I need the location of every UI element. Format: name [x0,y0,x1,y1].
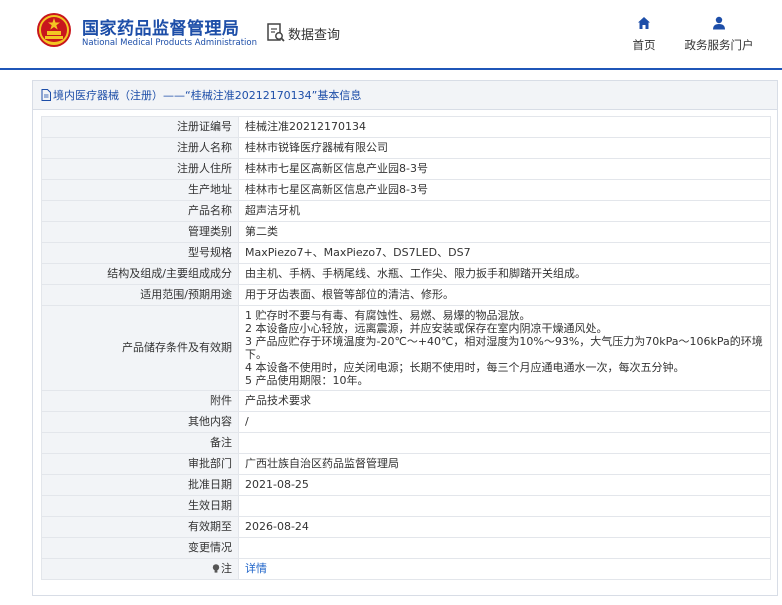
table-row: 结构及组成/主要组成成分 由主机、手柄、手柄尾线、水瓶、工作尖、限力扳手和脚踏开关… [41,263,771,285]
field-value [238,432,771,454]
table-row: 注册证编号 桂械注准20212170134 [41,116,771,138]
table-row: 注册人名称 桂林市锐锋医疗器械有限公司 [41,137,771,159]
field-value: 超声洁牙机 [238,200,771,222]
field-value: 2026-08-24 [238,516,771,538]
field-label: 备注 [41,432,239,454]
field-label: 产品储存条件及有效期 [41,305,239,391]
field-value: 桂林市七星区高新区信息产业园8-3号 [238,158,771,180]
field-label: 适用范围/预期用途 [41,284,239,306]
document-search-icon [267,23,285,42]
field-label: 有效期至 [41,516,239,538]
storage-line: 4 本设备不使用时，应关闭电源；长期不使用时，每三个月应通电通水一次，每次五分钟… [245,361,685,374]
field-value: / [238,411,771,433]
field-label: 注册人名称 [41,137,239,159]
field-value: 由主机、手柄、手柄尾线、水瓶、工作尖、限力扳手和脚踏开关组成。 [238,263,771,285]
table-row: 变更情况 [41,537,771,559]
table-row: 生效日期 [41,495,771,517]
table-row: 有效期至 2026-08-24 [41,516,771,538]
table-row: 产品名称 超声洁牙机 [41,200,771,222]
table-row: 适用范围/预期用途 用于牙齿表面、根管等部位的清洁、修形。 [41,284,771,306]
table-row: 批准日期 2021-08-25 [41,474,771,496]
field-value: 桂械注准20212170134 [238,116,771,138]
table-row: 备注 [41,432,771,454]
field-value [238,537,771,559]
site-subtitle: National Medical Products Administration [82,38,257,48]
nav-home[interactable]: 首页 [628,16,660,53]
field-value: 桂林市七星区高新区信息产业园8-3号 [238,179,771,201]
field-label: 产品名称 [41,200,239,222]
field-label: 其他内容 [41,411,239,433]
field-value: 2021-08-25 [238,474,771,496]
detail-panel: 境内医疗器械（注册）——“桂械注准20212170134”基本信息 注册证编号桂… [32,80,778,596]
nav-service-label: 政务服务门户 [684,38,754,52]
field-label: 附件 [41,390,239,412]
table-row: 管理类别 第二类 [41,221,771,243]
panel-header: 境内医疗器械（注册）——“桂械注准20212170134”基本信息 [33,81,777,110]
table-row: 生产地址 桂林市七星区高新区信息产业园8-3号 [41,179,771,201]
home-icon [638,17,650,29]
field-label: 型号规格 [41,242,239,264]
field-label: 结构及组成/主要组成成分 [41,263,239,285]
field-label: 审批部门 [41,453,239,475]
lightbulb-icon [212,564,220,573]
document-icon [41,89,51,101]
note-value-cell: 详情 [238,558,771,580]
table-row: 产品储存条件及有效期 1 贮存时不要与有毒、有腐蚀性、易燃、易爆的物品混放。 2… [41,305,771,391]
table-row: 审批部门 广西壮族自治区药品监督管理局 [41,453,771,475]
storage-line: 1 贮存时不要与有毒、有腐蚀性、易燃、易爆的物品混放。 [245,309,531,322]
field-value [238,495,771,517]
storage-line: 5 产品使用期限：10年。 [245,374,369,387]
details-link[interactable]: 详情 [245,562,267,575]
note-label: 注 [221,562,232,575]
nav-service-portal[interactable]: 政务服务门户 [680,16,758,53]
field-label: 管理类别 [41,221,239,243]
storage-conditions: 1 贮存时不要与有毒、有腐蚀性、易燃、易爆的物品混放。 2 本设备应小心轻放，远… [238,305,771,391]
field-value: 用于牙齿表面、根管等部位的清洁、修形。 [238,284,771,306]
field-value: 广西壮族自治区药品监督管理局 [238,453,771,475]
field-label: 变更情况 [41,537,239,559]
data-query-link[interactable]: 数据查询 [267,22,340,44]
field-label: 注册人住所 [41,158,239,180]
storage-line: 3 产品应贮存于环境温度为-20℃～+40℃，相对湿度为10%～93%，大气压力… [245,335,763,361]
storage-line: 2 本设备应小心轻放，远离震源，并应安装或保存在室内阴凉干燥通风处。 [245,322,608,335]
field-label: 生产地址 [41,179,239,201]
field-label: 注册证编号 [41,116,239,138]
table-row: 注册人住所 桂林市七星区高新区信息产业园8-3号 [41,158,771,180]
field-value: 产品技术要求 [238,390,771,412]
table-row: 型号规格 MaxPiezo7+、MaxPiezo7、DS7LED、DS7 [41,242,771,264]
table-row: 附件 产品技术要求 [41,390,771,412]
field-value: 桂林市锐锋医疗器械有限公司 [238,137,771,159]
nav-home-label: 首页 [632,38,656,52]
data-query-label: 数据查询 [288,27,341,43]
field-value: MaxPiezo7+、MaxPiezo7、DS7LED、DS7 [238,242,771,264]
user-icon [713,16,725,30]
table-row: 其他内容 / [41,411,771,433]
device-info-table: 注册证编号 桂械注准20212170134 注册人名称 桂林市锐锋医疗器械有限公司 … [41,116,771,580]
note-label-cell: 注 [41,558,239,580]
national-emblem-icon [37,13,71,47]
site-title: 国家药品监督管理局 [82,19,240,39]
field-value: 第二类 [238,221,771,243]
panel-title: 境内医疗器械（注册）——“桂械注准20212170134”基本信息 [53,89,362,102]
top-header: 国家药品监督管理局 National Medical Products Admi… [0,0,782,70]
field-label: 生效日期 [41,495,239,517]
table-row: 注 详情 [41,558,771,580]
field-label: 批准日期 [41,474,239,496]
